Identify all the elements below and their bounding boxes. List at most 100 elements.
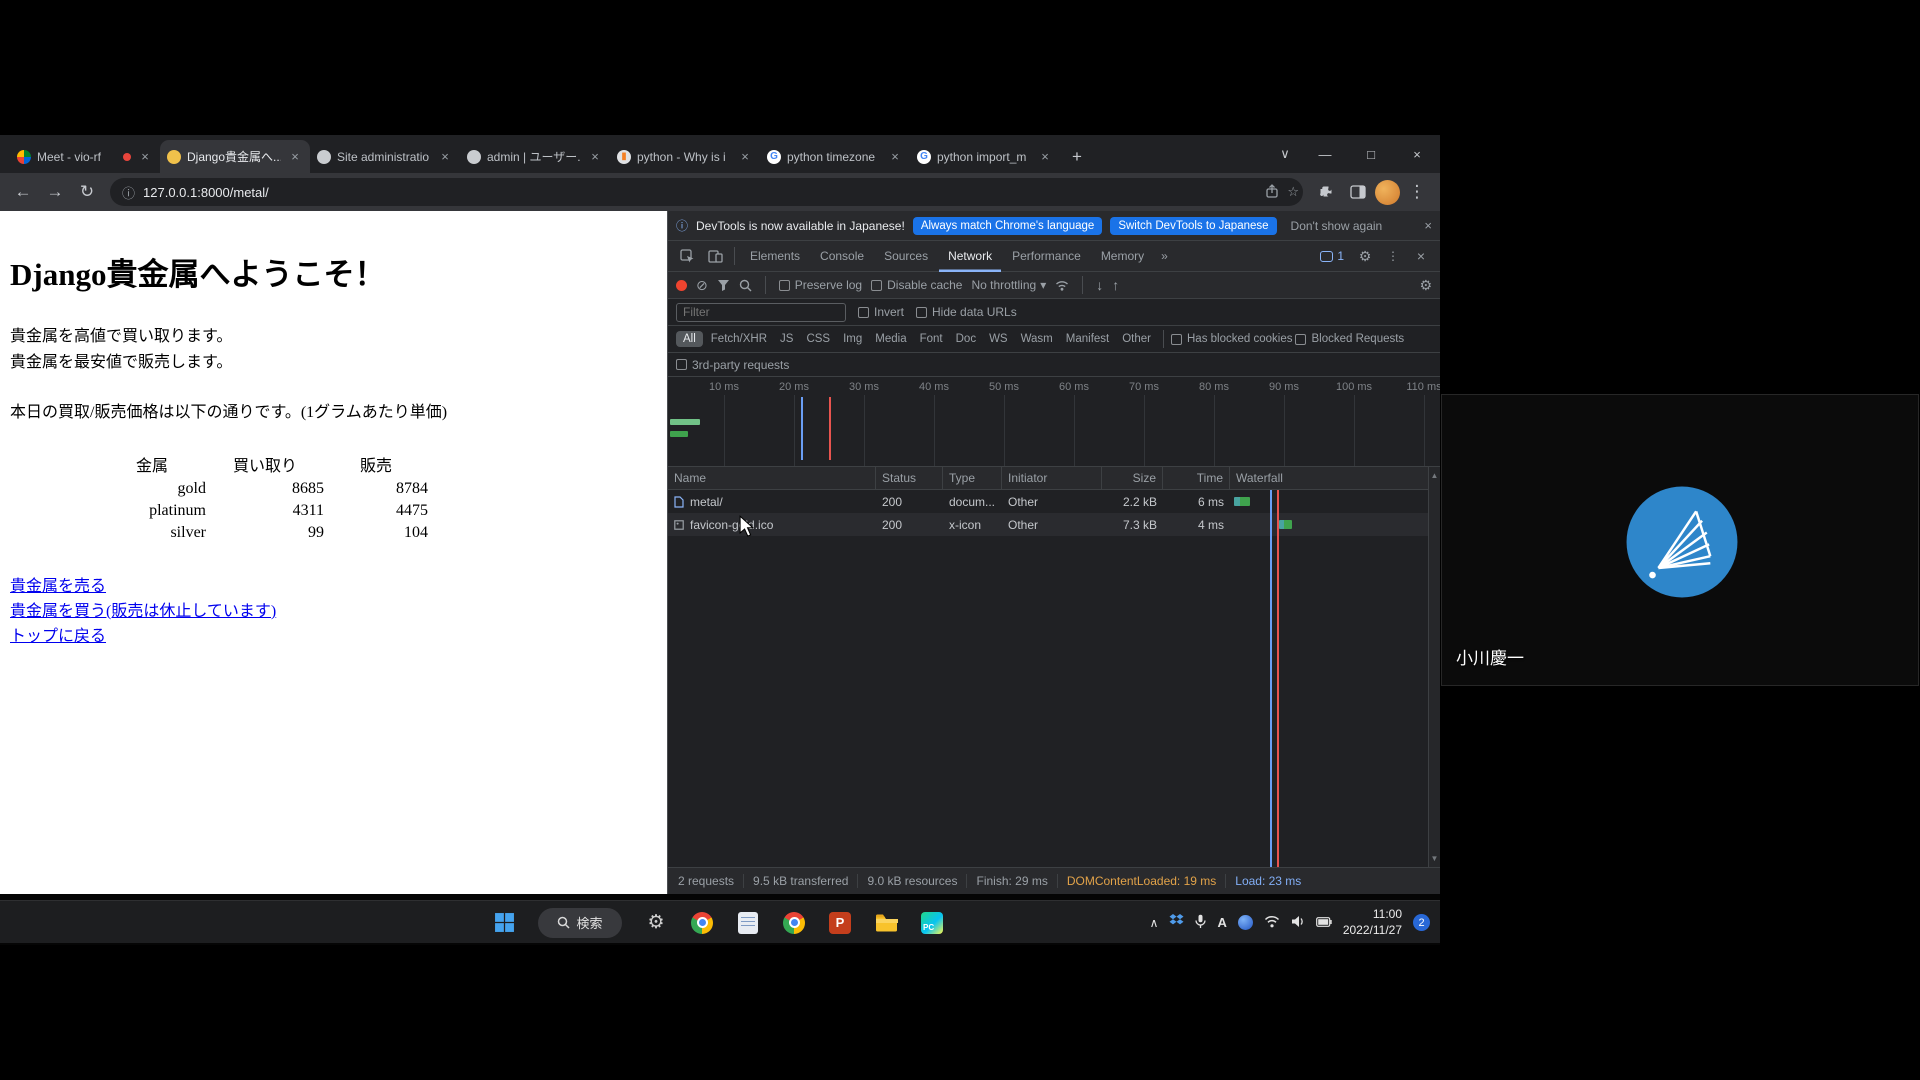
maximize-button[interactable]: □ xyxy=(1348,135,1394,173)
preserve-log-checkbox[interactable] xyxy=(779,280,790,291)
filter-chip-js[interactable]: JS xyxy=(775,331,798,347)
filter-chip-doc[interactable]: Doc xyxy=(951,331,981,347)
tab-sources[interactable]: Sources xyxy=(875,241,937,272)
devtools-menu-kebab-icon[interactable]: ⋮ xyxy=(1380,244,1406,268)
browser-tab-stackoverflow[interactable]: ▮ python - Why is i × xyxy=(610,140,760,173)
devtools-close-icon[interactable]: × xyxy=(1408,244,1434,268)
network-overview-timeline[interactable]: 10 ms 20 ms 30 ms 40 ms 50 ms 60 ms 70 m… xyxy=(668,377,1440,467)
share-icon[interactable] xyxy=(1265,184,1279,201)
reload-icon[interactable]: ↻ xyxy=(72,177,102,207)
notepad-icon[interactable] xyxy=(736,911,760,935)
infobar-close-icon[interactable]: × xyxy=(1424,218,1432,233)
invert-checkbox[interactable] xyxy=(858,307,869,318)
filter-chip-ws[interactable]: WS xyxy=(984,331,1013,347)
taskbar-search[interactable]: 検索 xyxy=(538,908,622,938)
tab-network[interactable]: Network xyxy=(939,241,1001,272)
chrome-taskbar-icon[interactable] xyxy=(690,911,714,935)
chrome-secondary-icon[interactable] xyxy=(782,911,806,935)
start-button[interactable] xyxy=(492,911,516,935)
back-icon[interactable]: ← xyxy=(8,177,38,207)
switch-japanese-button[interactable]: Switch DevTools to Japanese xyxy=(1110,217,1276,235)
request-row-favicon[interactable]: favicon-gold.ico 200 x-icon Other 7.3 kB… xyxy=(668,513,1440,536)
tray-app2-icon[interactable] xyxy=(1238,915,1253,930)
browser-tab-google-2[interactable]: G python import_m × xyxy=(910,140,1060,173)
tab-close-icon[interactable]: × xyxy=(137,149,153,164)
hide-data-urls-checkbox[interactable] xyxy=(916,307,927,318)
wifi-icon[interactable] xyxy=(1264,915,1280,931)
forward-icon[interactable]: → xyxy=(40,177,70,207)
filter-chip-other[interactable]: Other xyxy=(1117,331,1156,347)
site-info-icon[interactable]: ⓘ xyxy=(122,183,135,202)
filter-chip-css[interactable]: CSS xyxy=(801,331,835,347)
col-time[interactable]: Time xyxy=(1163,467,1230,489)
microphone-icon[interactable] xyxy=(1195,914,1206,932)
throttling-dropdown[interactable]: No throttling ▾ xyxy=(971,278,1046,292)
match-language-button[interactable]: Always match Chrome's language xyxy=(913,217,1103,235)
tray-app-icon[interactable] xyxy=(1169,914,1184,931)
address-bar[interactable]: ⓘ 127.0.0.1:8000/metal/ ☆ xyxy=(110,178,1303,206)
profile-avatar[interactable] xyxy=(1375,180,1400,205)
tab-console[interactable]: Console xyxy=(811,241,873,272)
tab-close-icon[interactable]: × xyxy=(287,149,303,164)
browser-tab-google-1[interactable]: G python timezone × xyxy=(760,140,910,173)
powerpoint-icon[interactable]: P xyxy=(828,911,852,935)
minimize-button[interactable]: — xyxy=(1302,135,1348,173)
bookmark-star-icon[interactable]: ☆ xyxy=(1287,184,1299,200)
volume-icon[interactable] xyxy=(1291,915,1305,931)
request-row-metal[interactable]: metal/ 200 docum... Other 2.2 kB 6 ms xyxy=(668,490,1440,513)
hide-data-urls-control[interactable]: Hide data URLs xyxy=(916,305,1017,319)
blocked-requests-checkbox[interactable] xyxy=(1295,334,1306,345)
new-tab-button[interactable]: + xyxy=(1064,144,1090,170)
link-top[interactable]: トップに戻る xyxy=(10,624,106,649)
search-network-icon[interactable] xyxy=(739,279,752,292)
preserve-log-control[interactable]: Preserve log xyxy=(779,278,862,292)
browser-tab-django[interactable]: Django貴金属へ... × xyxy=(160,140,310,173)
tab-memory[interactable]: Memory xyxy=(1092,241,1153,272)
third-party-checkbox[interactable] xyxy=(676,359,687,370)
tab-close-icon[interactable]: × xyxy=(587,149,603,164)
filter-funnel-icon[interactable] xyxy=(717,279,730,291)
battery-icon[interactable] xyxy=(1316,916,1332,930)
filter-chip-all[interactable]: All xyxy=(676,331,703,347)
tab-close-icon[interactable]: × xyxy=(437,149,453,164)
blocked-requests-control[interactable]: Blocked Requests xyxy=(1295,333,1404,345)
browser-tab-admin-users[interactable]: admin | ユーザー... × xyxy=(460,140,610,173)
tab-close-icon[interactable]: × xyxy=(887,149,903,164)
inspect-element-icon[interactable] xyxy=(674,244,700,268)
col-size[interactable]: Size xyxy=(1102,467,1163,489)
import-har-icon[interactable]: ↓ xyxy=(1096,277,1103,293)
filter-input[interactable] xyxy=(676,303,846,322)
col-status[interactable]: Status xyxy=(876,467,943,489)
browser-menu-kebab-icon[interactable]: ⋮ xyxy=(1402,177,1432,207)
settings-gear-icon[interactable]: ⚙ xyxy=(644,911,668,935)
filter-chip-fetch[interactable]: Fetch/XHR xyxy=(706,331,772,347)
devtools-settings-gear-icon[interactable]: ⚙ xyxy=(1352,244,1378,268)
hidden-icons-caret[interactable]: ∧ xyxy=(1150,916,1159,930)
browser-tab-meet[interactable]: Meet - vio-rf × xyxy=(10,140,160,173)
tab-close-icon[interactable]: × xyxy=(1037,149,1053,164)
side-panel-icon[interactable] xyxy=(1343,177,1373,207)
taskbar-clock[interactable]: 11:00 2022/11/27 xyxy=(1343,907,1402,938)
filter-chip-manifest[interactable]: Manifest xyxy=(1061,331,1114,347)
scroll-down-icon[interactable]: ▼ xyxy=(1431,854,1439,863)
has-blocked-cookies-checkbox[interactable] xyxy=(1171,334,1182,345)
device-toolbar-icon[interactable] xyxy=(702,244,728,268)
more-tabs-icon[interactable]: » xyxy=(1155,249,1174,263)
tab-search-icon[interactable]: ∨ xyxy=(1268,135,1302,173)
filter-chip-font[interactable]: Font xyxy=(915,331,948,347)
link-sell[interactable]: 貴金属を売る xyxy=(10,574,106,599)
file-explorer-icon[interactable] xyxy=(874,911,898,935)
browser-tab-site-admin[interactable]: Site administratio × xyxy=(310,140,460,173)
filter-chip-img[interactable]: Img xyxy=(838,331,867,347)
scroll-up-icon[interactable]: ▲ xyxy=(1431,471,1439,480)
ime-indicator[interactable]: A xyxy=(1217,915,1226,930)
export-har-icon[interactable]: ↑ xyxy=(1112,277,1119,293)
tab-elements[interactable]: Elements xyxy=(741,241,809,272)
link-buy[interactable]: 貴金属を買う(販売は休止しています) xyxy=(10,599,276,624)
has-blocked-cookies-control[interactable]: Has blocked cookies xyxy=(1171,333,1292,345)
notification-count-badge[interactable]: 2 xyxy=(1413,914,1430,931)
filter-chip-wasm[interactable]: Wasm xyxy=(1016,331,1058,347)
disable-cache-checkbox[interactable] xyxy=(871,280,882,291)
filter-chip-media[interactable]: Media xyxy=(870,331,911,347)
dont-show-again-button[interactable]: Don't show again xyxy=(1285,216,1389,236)
